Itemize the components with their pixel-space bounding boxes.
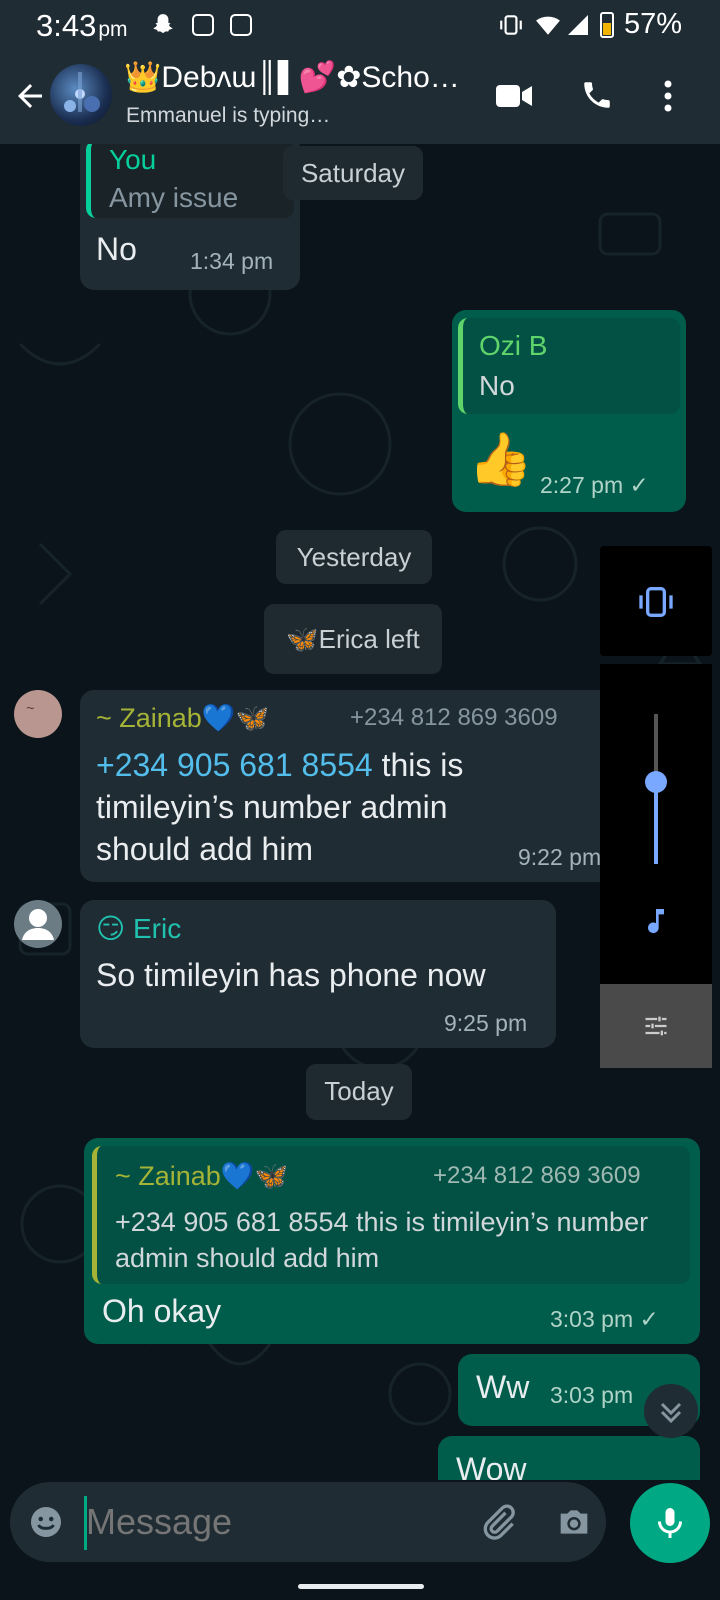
microphone-button[interactable] bbox=[630, 1483, 710, 1563]
quote-sender: Ozi B bbox=[479, 330, 548, 361]
sender-avatar-zainab[interactable]: ~ bbox=[14, 690, 62, 738]
volume-ringer-toggle[interactable] bbox=[600, 546, 712, 656]
message-text: Wow bbox=[456, 1451, 527, 1480]
phone-link[interactable]: +234 905 681 8554 bbox=[96, 747, 373, 783]
quote-sender: ~ Zainab💙🦋 bbox=[115, 1161, 289, 1191]
sender-avatar-eric[interactable] bbox=[14, 900, 62, 948]
message-time: 1:34 pm bbox=[190, 248, 274, 274]
volume-thumb[interactable] bbox=[645, 771, 667, 793]
sent-tick-icon: ✓ bbox=[639, 1306, 659, 1332]
more-options-icon[interactable] bbox=[660, 78, 676, 114]
music-note-icon bbox=[648, 909, 664, 934]
quoted-message[interactable]: ~ Zainab💙🦋 +234 812 869 3609 +234 905 68… bbox=[92, 1146, 690, 1284]
quote-sender: You bbox=[109, 144, 157, 175]
snapchat-icon bbox=[150, 12, 176, 38]
quoted-message[interactable]: You Amy issue bbox=[86, 144, 294, 218]
message-text: Ww bbox=[476, 1369, 530, 1405]
quoted-message[interactable]: Ozi B No bbox=[458, 318, 680, 414]
message-bubble-incoming[interactable]: 😏 Eric So timileyin has phone now 9:25 p… bbox=[80, 900, 556, 1048]
emoji-icon[interactable] bbox=[28, 1504, 64, 1540]
message-time: 9:22 pm bbox=[518, 844, 602, 870]
signal-icon bbox=[566, 12, 592, 38]
vibrate-icon bbox=[498, 12, 524, 38]
message-text: So timileyin has phone now bbox=[96, 957, 486, 993]
date-chip-yesterday: Yesterday bbox=[276, 530, 432, 584]
message-input[interactable] bbox=[86, 1492, 456, 1552]
message-text: +234 905 681 8554 this is timileyin’s nu… bbox=[96, 747, 464, 867]
message-time: 2:27 pm ✓ bbox=[540, 472, 649, 498]
volume-fill bbox=[654, 782, 658, 864]
quote-phone: +234 812 869 3609 bbox=[433, 1162, 641, 1189]
message-bubble-outgoing-partial[interactable]: Wow bbox=[438, 1436, 700, 1480]
volume-settings-button[interactable] bbox=[600, 984, 712, 1068]
notification-b-icon bbox=[192, 14, 214, 36]
message-time: 3:03 pm ✓ bbox=[550, 1306, 659, 1332]
back-arrow-icon[interactable] bbox=[12, 78, 48, 114]
volume-slider-panel[interactable] bbox=[600, 664, 712, 984]
chat-area[interactable]: You Amy issue No 1:34 pm Saturday Ozi B … bbox=[0, 144, 720, 1480]
sliders-icon bbox=[645, 1016, 667, 1036]
camera-icon[interactable] bbox=[554, 1502, 594, 1542]
sender-name[interactable]: ~ Zainab💙🦋 bbox=[96, 702, 269, 734]
default-avatar-icon bbox=[22, 909, 54, 940]
message-bubble-incoming[interactable]: ~ Zainab💙🦋 +234 812 869 3609 +234 905 68… bbox=[80, 690, 620, 882]
microphone-icon bbox=[658, 1508, 682, 1538]
date-chip-today: Today bbox=[306, 1064, 412, 1120]
message-time: 3:03 pm bbox=[550, 1382, 634, 1408]
typing-status: Emmanuel is typing… bbox=[126, 104, 331, 127]
battery-icon bbox=[600, 12, 614, 38]
group-name[interactable]: 👑Dеbʌɯ║▌💕✿Scho… bbox=[124, 60, 474, 95]
input-area bbox=[0, 1480, 720, 1600]
date-chip-saturday: Saturday bbox=[283, 146, 423, 200]
chat-header: 👑Dеbʌɯ║▌💕✿Scho… Emmanuel is typing… bbox=[0, 50, 720, 144]
system-message-left: 🦋Erica left bbox=[264, 604, 442, 674]
group-avatar[interactable] bbox=[50, 64, 112, 126]
sender-name[interactable]: 😏 Eric bbox=[96, 912, 181, 945]
sender-phone: +234 812 869 3609 bbox=[350, 704, 558, 731]
avatar-signature-icon: ~ bbox=[26, 700, 35, 716]
message-input-box[interactable] bbox=[10, 1482, 606, 1562]
notification-b-icon-2 bbox=[230, 14, 252, 36]
scroll-to-bottom-button[interactable] bbox=[644, 1384, 698, 1438]
wifi-icon bbox=[534, 12, 560, 38]
attachment-icon[interactable] bbox=[478, 1502, 518, 1542]
quote-text: Amy issue bbox=[109, 182, 239, 213]
voice-call-icon[interactable] bbox=[580, 78, 614, 112]
quote-text: No bbox=[479, 370, 515, 401]
vibrate-mode-icon bbox=[639, 587, 673, 617]
message-text: Oh okay bbox=[102, 1293, 222, 1329]
message-bubble-outgoing[interactable]: ~ Zainab💙🦋 +234 812 869 3609 +234 905 68… bbox=[84, 1138, 700, 1344]
battery-percent: 57% bbox=[623, 8, 682, 40]
status-time: 3:43pm bbox=[36, 8, 128, 43]
message-text: No bbox=[96, 231, 137, 267]
message-bubble-outgoing[interactable]: Ozi B No 👍 2:27 pm ✓ bbox=[452, 310, 686, 512]
message-bubble-incoming[interactable]: You Amy issue No 1:34 pm bbox=[80, 144, 300, 290]
gesture-home-bar[interactable] bbox=[298, 1584, 424, 1589]
message-time: 9:25 pm bbox=[444, 1010, 528, 1036]
status-bar: 3:43pm 57% bbox=[0, 0, 720, 50]
double-chevron-down-icon bbox=[660, 1402, 682, 1424]
quote-text: +234 905 681 8554 this is timileyin’s nu… bbox=[115, 1207, 649, 1273]
video-call-icon[interactable] bbox=[494, 80, 534, 112]
thumbs-up-emoji: 👍 bbox=[468, 431, 533, 489]
sent-tick-icon: ✓ bbox=[629, 472, 649, 498]
